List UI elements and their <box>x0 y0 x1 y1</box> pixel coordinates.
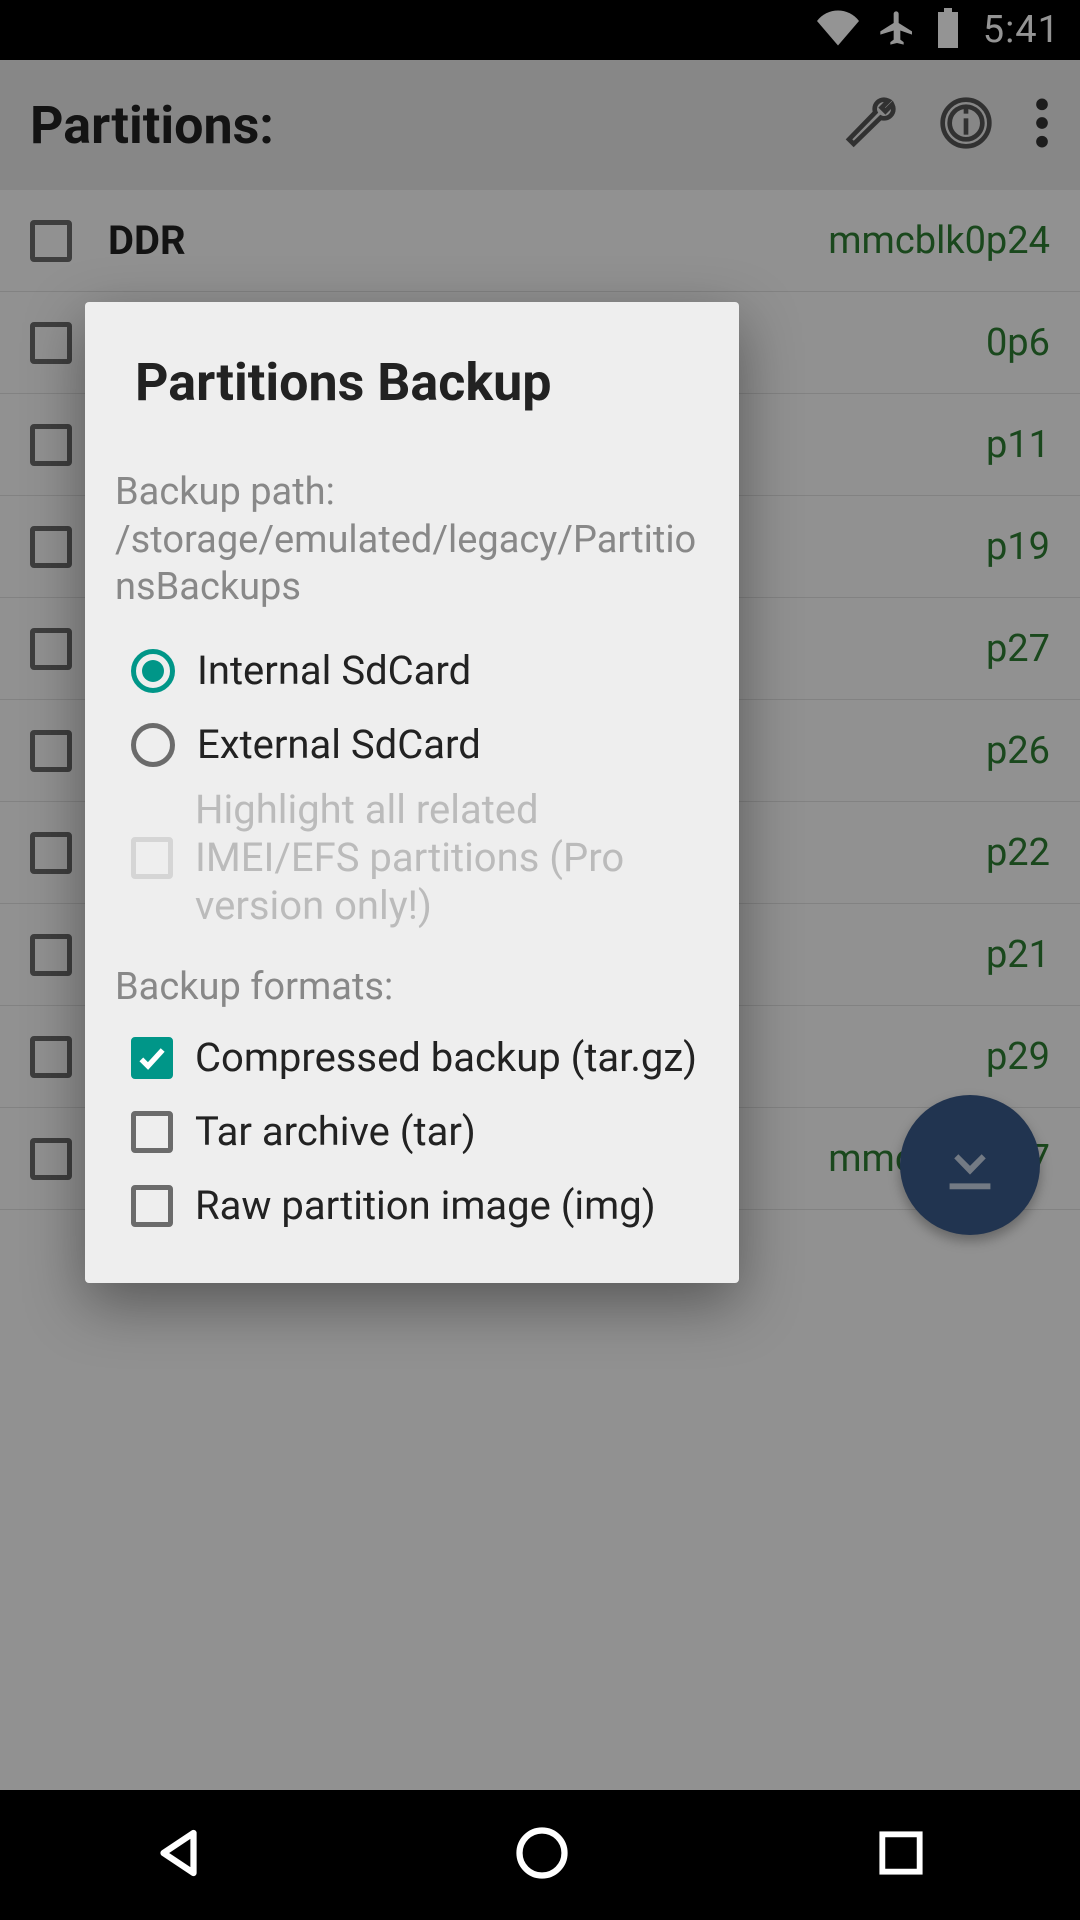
checkbox-label: Tar archive (tar) <box>195 1108 476 1156</box>
back-icon[interactable] <box>151 1823 211 1887</box>
checkbox-icon <box>131 1185 173 1227</box>
dialog-title: Partitions Backup <box>135 352 709 413</box>
backup-path-section: Backup path: /storage/emulated/legacy/Pa… <box>115 469 709 612</box>
radio-internal-sdcard[interactable]: Internal SdCard <box>115 634 709 708</box>
radio-icon <box>131 649 175 693</box>
screen: 5:41 Partitions: DDR mmcblk0p24 0p6 <box>0 0 1080 1920</box>
backup-formats-label: Backup formats: <box>115 964 709 1012</box>
checkbox-compressed-backup[interactable]: Compressed backup (tar.gz) <box>115 1021 709 1095</box>
recents-icon[interactable] <box>873 1825 929 1885</box>
checkbox-icon <box>131 1111 173 1153</box>
radio-label: Internal SdCard <box>197 647 471 695</box>
checkbox-icon <box>131 837 173 879</box>
radio-external-sdcard[interactable]: External SdCard <box>115 708 709 782</box>
backup-path-value: /storage/emulated/legacy/PartitionsBacku… <box>115 518 696 610</box>
home-icon[interactable] <box>512 1823 572 1887</box>
radio-icon <box>131 723 175 767</box>
checkbox-label: Raw partition image (img) <box>195 1182 656 1230</box>
navigation-bar <box>0 1790 1080 1920</box>
checkbox-tar-archive[interactable]: Tar archive (tar) <box>115 1095 709 1169</box>
backup-path-label: Backup path: <box>115 470 335 514</box>
partitions-backup-dialog: Partitions Backup Backup path: /storage/… <box>85 302 739 1283</box>
radio-label: External SdCard <box>197 721 481 769</box>
checkbox-label: Compressed backup (tar.gz) <box>195 1034 697 1082</box>
checkbox-icon <box>131 1037 173 1079</box>
checkbox-raw-image[interactable]: Raw partition image (img) <box>115 1169 709 1243</box>
checkbox-label: Highlight all related IMEI/EFS partition… <box>195 786 709 930</box>
checkbox-highlight-imei: Highlight all related IMEI/EFS partition… <box>115 782 709 934</box>
